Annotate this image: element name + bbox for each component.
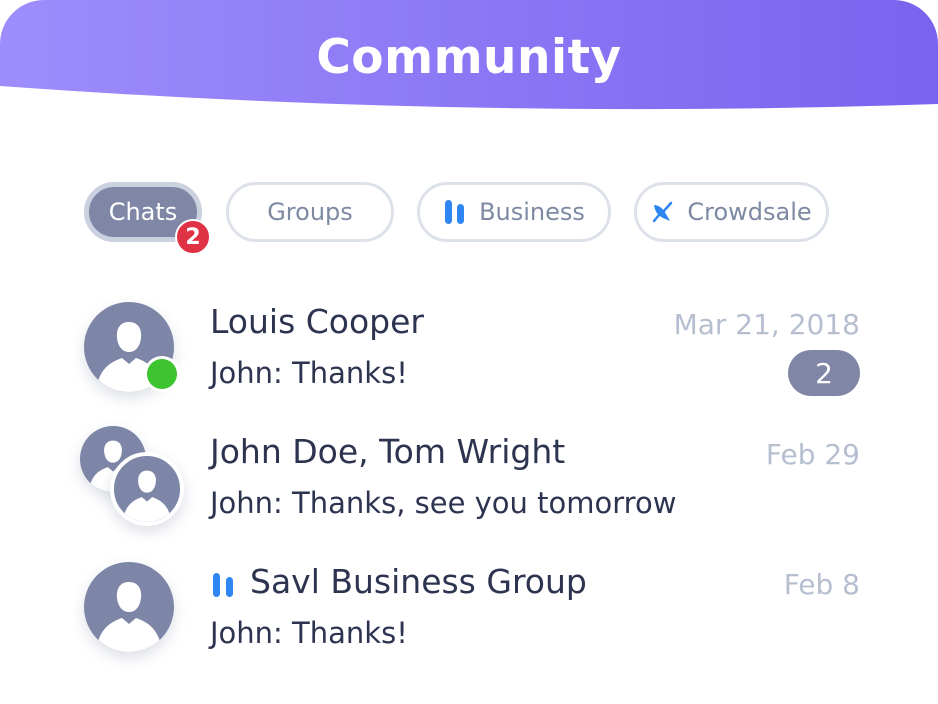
chat-date: Feb 8 [783, 568, 860, 601]
tab-business[interactable]: Business [417, 182, 611, 242]
chat-row-john-doe-tom-wright[interactable]: John Doe, Tom Wright John: Thanks, see y… [0, 422, 938, 542]
chat-preview: John: Thanks, see you tomorrow [210, 486, 677, 520]
tab-crowdsale[interactable]: Crowdsale [634, 182, 829, 242]
tab-groups-label: Groups [267, 198, 353, 226]
chat-name: Savl Business Group [250, 562, 587, 601]
chat-row-louis-cooper[interactable]: Louis Cooper John: Thanks! Mar 21, 2018 … [0, 292, 938, 412]
user-avatar-icon [84, 562, 174, 652]
chat-preview: John: Thanks! [210, 356, 408, 390]
tab-groups[interactable]: Groups [226, 182, 394, 242]
chat-name: John Doe, Tom Wright [210, 432, 566, 471]
tab-crowdsale-label: Crowdsale [687, 198, 812, 226]
chat-date: Mar 21, 2018 [673, 308, 860, 341]
tab-business-label: Business [479, 198, 585, 226]
chats-unread-badge: 2 [175, 219, 211, 255]
business-bars-icon [443, 199, 467, 225]
tab-chats[interactable]: Chats 2 [84, 182, 211, 255]
community-card: Community Chats 2 Groups Business Crowds… [0, 0, 938, 704]
chat-preview: John: Thanks! [210, 616, 408, 650]
satellite-dish-icon [651, 200, 675, 224]
chat-name: Louis Cooper [210, 302, 425, 341]
unread-count-badge: 2 [788, 350, 860, 396]
chat-date: Feb 29 [765, 438, 860, 471]
header: Community [0, 0, 938, 112]
page-title: Community [316, 30, 622, 85]
user-avatar-icon [110, 452, 184, 526]
chat-row-savl-business-group[interactable]: Savl Business Group John: Thanks! Feb 8 [0, 552, 938, 672]
online-status-dot [144, 356, 180, 392]
business-bars-icon [212, 572, 236, 602]
tab-chats-label: Chats [108, 198, 178, 226]
